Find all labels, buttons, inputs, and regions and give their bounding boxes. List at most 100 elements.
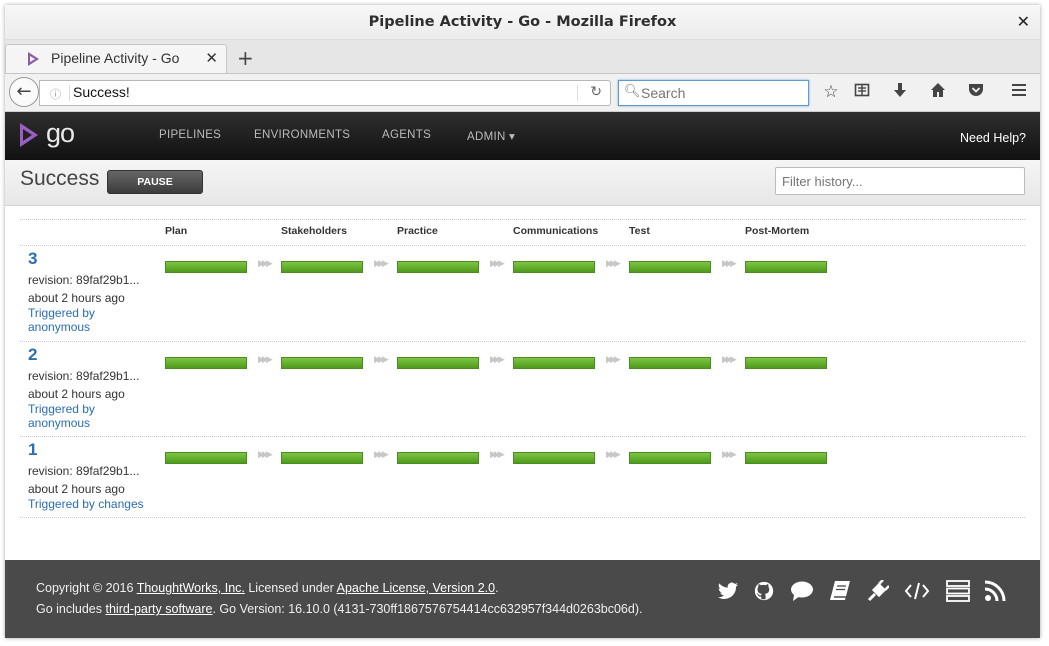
url-separator-right — [577, 85, 578, 101]
license-suffix: . — [495, 581, 499, 595]
pause-button[interactable]: PAUSE — [107, 170, 203, 194]
stage-arrow-icon: ▶▶▶ — [490, 355, 505, 365]
stage-status-bar[interactable] — [629, 261, 711, 273]
stage-header-test: Test — [629, 225, 650, 237]
go-logo[interactable]: go — [20, 118, 90, 151]
go-logo-icon — [20, 123, 38, 147]
nav-environments[interactable]: ENVIRONMENTS — [254, 129, 350, 141]
footer-version-line: Go includes third-party software. Go Ver… — [36, 602, 642, 616]
tab-close-icon[interactable]: ✕ — [205, 49, 218, 67]
back-button[interactable]: ← — [9, 77, 39, 107]
stage-status-bar[interactable] — [397, 452, 479, 464]
reload-icon[interactable]: ↻ — [590, 84, 602, 100]
filter-history-input[interactable] — [775, 167, 1025, 195]
need-help-link[interactable]: Need Help? — [960, 131, 1026, 145]
book-icon[interactable] — [827, 580, 853, 606]
navigation-bar: ← ⓘ Success! ↻ 🔍︎ ☆ — [5, 74, 1040, 112]
stage-status-bar[interactable] — [745, 261, 827, 273]
run-trigger[interactable]: Triggered by anonymous — [28, 402, 153, 430]
home-icon[interactable] — [927, 82, 949, 103]
new-tab-button[interactable]: + — [237, 46, 254, 70]
copyright-text: Copyright © 2016 — [36, 581, 134, 595]
browser-window: Pipeline Activity - Go - Mozilla Firefox… — [5, 5, 1040, 638]
stage-arrow-icon: ▶▶▶ — [258, 259, 273, 269]
nav-pipelines[interactable]: PIPELINES — [159, 129, 221, 141]
stage-status-bar[interactable] — [165, 452, 247, 464]
pipeline-run-row: 1 revision: 89faf29b1... about 2 hours a… — [20, 437, 1025, 518]
run-trigger[interactable]: Triggered by changes — [28, 497, 228, 511]
github-icon[interactable] — [751, 580, 777, 606]
stage-status-bar[interactable] — [629, 452, 711, 464]
star-icon[interactable]: ☆ — [820, 82, 842, 102]
stage-header-row: Plan Stakeholders Practice Communication… — [20, 219, 1025, 246]
download-icon[interactable] — [889, 82, 911, 103]
stage-status-bar[interactable] — [165, 357, 247, 369]
tab-strip: Pipeline Activity - Go ✕ + — [5, 40, 1040, 74]
run-time: about 2 hours ago — [28, 482, 125, 496]
stage-status-bar[interactable] — [397, 261, 479, 273]
stage-arrow-icon: ▶▶▶ — [374, 259, 389, 269]
search-icon: 🔍︎ — [624, 84, 641, 99]
third-party-link[interactable]: third-party software — [106, 602, 213, 616]
stage-status-bar[interactable] — [281, 357, 363, 369]
stage-arrow-icon: ▶▶▶ — [606, 355, 621, 365]
twitter-icon[interactable] — [715, 580, 741, 606]
stage-status-bar[interactable] — [165, 261, 247, 273]
run-counter-link[interactable]: 1 — [28, 440, 37, 460]
stage-status-bar[interactable] — [629, 357, 711, 369]
stage-arrow-icon: ▶▶▶ — [722, 355, 737, 365]
run-revision: revision: 89faf29b1... — [28, 464, 140, 478]
stage-status-bar[interactable] — [281, 452, 363, 464]
footer: Copyright © 2016 ThoughtWorks, Inc. Lice… — [5, 560, 1040, 638]
site-info-icon[interactable]: ⓘ — [50, 86, 61, 102]
stage-header-plan: Plan — [165, 225, 188, 237]
stage-status-bar[interactable] — [745, 357, 827, 369]
rss-icon[interactable] — [982, 580, 1008, 606]
nav-admin[interactable]: ADMIN ▾ — [467, 129, 515, 143]
stage-status-bar[interactable] — [281, 261, 363, 273]
stage-status-bar[interactable] — [513, 452, 595, 464]
run-time: about 2 hours ago — [28, 387, 125, 401]
page-title: Success — [20, 167, 100, 190]
search-input[interactable] — [641, 83, 801, 103]
stage-status-bar[interactable] — [513, 357, 595, 369]
stage-header-stakeholders: Stakeholders — [281, 225, 347, 237]
pocket-icon[interactable] — [965, 82, 987, 103]
stage-arrow-icon: ▶▶▶ — [374, 450, 389, 460]
stage-arrow-icon: ▶▶▶ — [606, 450, 621, 460]
url-text[interactable]: Success! — [73, 84, 130, 100]
plugin-icon[interactable] — [865, 579, 891, 606]
thoughtworks-link[interactable]: ThoughtWorks, Inc. — [137, 581, 245, 595]
chat-icon[interactable] — [789, 580, 815, 606]
stage-arrow-icon: ▶▶▶ — [722, 259, 737, 269]
pipeline-run-row: 3 revision: 89faf29b1... about 2 hours a… — [20, 246, 1025, 342]
stage-arrow-icon: ▶▶▶ — [490, 450, 505, 460]
run-counter-link[interactable]: 2 — [28, 345, 37, 365]
includes-text: Go includes — [36, 602, 103, 616]
url-separator — [69, 85, 70, 101]
reading-list-icon[interactable] — [851, 82, 873, 103]
search-bar[interactable]: 🔍︎ — [618, 80, 809, 106]
server-icon[interactable] — [945, 580, 971, 606]
run-revision: revision: 89faf29b1... — [28, 369, 140, 383]
stage-arrow-icon: ▶▶▶ — [490, 259, 505, 269]
stage-status-bar[interactable] — [397, 357, 479, 369]
apache-license-link[interactable]: Apache License, Version 2.0 — [337, 581, 495, 595]
window-close-button[interactable]: ✕ — [1017, 5, 1030, 39]
stage-arrow-icon: ▶▶▶ — [258, 450, 273, 460]
nav-agents[interactable]: AGENTS — [382, 129, 431, 141]
window-titlebar: Pipeline Activity - Go - Mozilla Firefox… — [5, 5, 1040, 40]
run-counter-link[interactable]: 3 — [28, 249, 37, 269]
run-trigger[interactable]: Triggered by anonymous — [28, 306, 153, 334]
version-text: . Go Version: 16.10.0 (4131-730ff1867576… — [212, 602, 643, 616]
run-time: about 2 hours ago — [28, 291, 125, 305]
stage-status-bar[interactable] — [513, 261, 595, 273]
stage-status-bar[interactable] — [745, 452, 827, 464]
url-bar[interactable]: ⓘ Success! ↻ — [39, 80, 611, 106]
menu-icon[interactable] — [1008, 82, 1030, 103]
api-code-icon[interactable] — [904, 580, 930, 606]
stage-arrow-icon: ▶▶▶ — [374, 355, 389, 365]
footer-copyright-line: Copyright © 2016 ThoughtWorks, Inc. Lice… — [36, 581, 499, 595]
browser-tab[interactable]: Pipeline Activity - Go ✕ — [5, 44, 227, 73]
tab-title: Pipeline Activity - Go — [51, 50, 180, 66]
